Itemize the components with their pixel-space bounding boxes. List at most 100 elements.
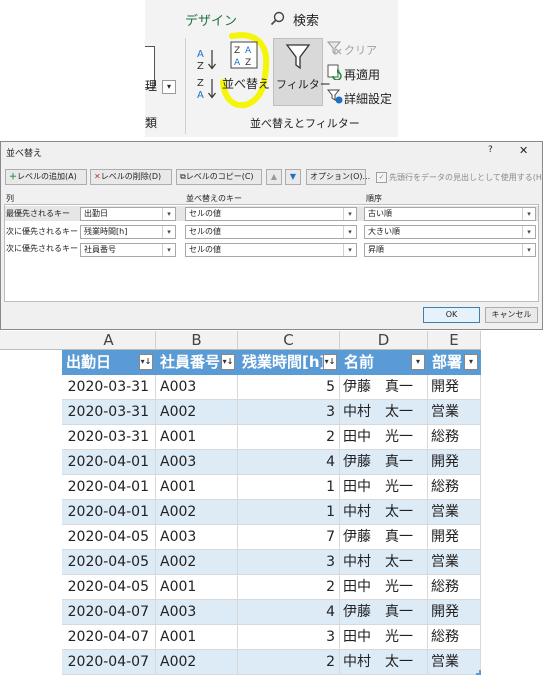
cell-employee-id[interactable]: A001 bbox=[156, 625, 238, 650]
cell-name[interactable]: 田中 光一 bbox=[340, 625, 428, 650]
cell-employee-id[interactable]: A003 bbox=[156, 375, 238, 400]
cell-department[interactable]: 営業 bbox=[428, 500, 481, 525]
copy-level-button[interactable]: ⧉レベルのコピー(C) bbox=[176, 169, 262, 185]
column-header-e[interactable]: E bbox=[428, 331, 481, 350]
reapply-button[interactable]: 再適用 bbox=[344, 66, 380, 83]
cell-name[interactable]: 伊藤 真一 bbox=[340, 375, 428, 400]
column-header-d[interactable]: D bbox=[340, 331, 428, 350]
cell-department[interactable]: 開発 bbox=[428, 525, 481, 550]
move-down-button[interactable]: ▼ bbox=[285, 169, 301, 185]
cell-date[interactable]: 2020-04-07 bbox=[62, 625, 156, 650]
help-button[interactable]: ? bbox=[488, 145, 493, 155]
cell-date[interactable]: 2020-03-31 bbox=[62, 425, 156, 450]
column-header-c[interactable]: C bbox=[238, 331, 340, 350]
column-select[interactable]: 出勤日 ▾ bbox=[80, 207, 176, 221]
order-select[interactable]: 古い順 ▾ bbox=[364, 207, 536, 221]
cancel-button[interactable]: キャンセル bbox=[485, 307, 538, 323]
cell-employee-id[interactable]: A001 bbox=[156, 475, 238, 500]
cell-overtime[interactable]: 4 bbox=[238, 450, 340, 475]
cell-employee-id[interactable]: A003 bbox=[156, 525, 238, 550]
cell-employee-id[interactable]: A002 bbox=[156, 500, 238, 525]
order-select[interactable]: 昇順 ▾ bbox=[364, 243, 536, 257]
cell-date[interactable]: 2020-04-01 bbox=[62, 475, 156, 500]
cell-overtime[interactable]: 3 bbox=[238, 625, 340, 650]
cell-name[interactable]: 伊藤 真一 bbox=[340, 600, 428, 625]
sort-filter-button-icon[interactable]: ▾↓ bbox=[323, 354, 337, 370]
cell-department[interactable]: 開発 bbox=[428, 375, 481, 400]
cell-date[interactable]: 2020-04-01 bbox=[62, 500, 156, 525]
sort-key-select[interactable]: セルの値 ▾ bbox=[185, 243, 357, 257]
cell-name[interactable]: 田中 光一 bbox=[340, 475, 428, 500]
search-box[interactable]: 検索 bbox=[293, 10, 319, 29]
cell-name[interactable]: 中村 太一 bbox=[340, 650, 428, 675]
cell-date[interactable]: 2020-04-07 bbox=[62, 650, 156, 675]
table-resize-handle-icon[interactable] bbox=[476, 670, 481, 675]
cell-department[interactable]: 開発 bbox=[428, 450, 481, 475]
column-header-a[interactable]: A bbox=[62, 331, 156, 350]
cell-overtime[interactable]: 3 bbox=[238, 400, 340, 425]
cell-overtime[interactable]: 2 bbox=[238, 650, 340, 675]
sort-ascending-button[interactable]: AZ bbox=[196, 46, 218, 72]
cell-overtime[interactable]: 7 bbox=[238, 525, 340, 550]
advanced-filter-button[interactable]: 詳細設定 bbox=[344, 90, 392, 107]
sort-key-select[interactable]: セルの値 ▾ bbox=[185, 225, 357, 239]
sort-key-select[interactable]: セルの値 ▾ bbox=[185, 207, 357, 221]
cell-employee-id[interactable]: A002 bbox=[156, 650, 238, 675]
cell-department[interactable]: 総務 bbox=[428, 425, 481, 450]
cell-department[interactable]: 総務 bbox=[428, 475, 481, 500]
sort-button[interactable]: ZAAZ 並べ替え bbox=[222, 38, 270, 94]
cell-employee-id[interactable]: A002 bbox=[156, 400, 238, 425]
cell-date[interactable]: 2020-04-05 bbox=[62, 575, 156, 600]
cell-employee-id[interactable]: A003 bbox=[156, 600, 238, 625]
clear-filter-button[interactable]: クリア bbox=[344, 42, 377, 58]
column-header-b[interactable]: B bbox=[156, 331, 238, 350]
cell-date[interactable]: 2020-04-01 bbox=[62, 450, 156, 475]
cell-department[interactable]: 営業 bbox=[428, 650, 481, 675]
sort-filter-button-icon[interactable]: ▾↓ bbox=[221, 354, 235, 370]
cell-overtime[interactable]: 1 bbox=[238, 500, 340, 525]
options-button[interactable]: オプション(O)... bbox=[306, 169, 370, 185]
cell-overtime[interactable]: 1 bbox=[238, 475, 340, 500]
sort-descending-button[interactable]: ZA bbox=[196, 75, 218, 101]
cell-department[interactable]: 営業 bbox=[428, 550, 481, 575]
cell-overtime[interactable]: 4 bbox=[238, 600, 340, 625]
cell-employee-id[interactable]: A001 bbox=[156, 575, 238, 600]
sort-filter-button-icon[interactable]: ▾↓ bbox=[139, 354, 153, 370]
cell-date[interactable]: 2020-04-05 bbox=[62, 550, 156, 575]
header-checkbox[interactable]: ✓ bbox=[376, 172, 387, 183]
cell-name[interactable]: 伊藤 真一 bbox=[340, 525, 428, 550]
order-select[interactable]: 大きい順 ▾ bbox=[364, 225, 536, 239]
cell-name[interactable]: 中村 太一 bbox=[340, 550, 428, 575]
cell-name[interactable]: 中村 太一 bbox=[340, 400, 428, 425]
cell-overtime[interactable]: 5 bbox=[238, 375, 340, 400]
cell-overtime[interactable]: 3 bbox=[238, 550, 340, 575]
ok-button[interactable]: OK bbox=[423, 307, 480, 323]
cell-department[interactable]: 営業 bbox=[428, 400, 481, 425]
partial-dropdown[interactable]: ▾ bbox=[162, 80, 176, 94]
cell-date[interactable]: 2020-03-31 bbox=[62, 375, 156, 400]
cell-name[interactable]: 田中 光一 bbox=[340, 425, 428, 450]
cell-employee-id[interactable]: A001 bbox=[156, 425, 238, 450]
cell-department[interactable]: 総務 bbox=[428, 625, 481, 650]
cell-employee-id[interactable]: A003 bbox=[156, 450, 238, 475]
cell-name[interactable]: 田中 光一 bbox=[340, 575, 428, 600]
cell-date[interactable]: 2020-03-31 bbox=[62, 400, 156, 425]
add-level-button[interactable]: ＋レベルの追加(A) bbox=[5, 169, 87, 185]
column-select[interactable]: 残業時間[h] ▾ bbox=[80, 225, 176, 239]
cell-department[interactable]: 開発 bbox=[428, 600, 481, 625]
filter-dropdown-icon[interactable]: ▾ bbox=[464, 354, 478, 370]
cell-overtime[interactable]: 2 bbox=[238, 425, 340, 450]
tab-design[interactable]: デザイン bbox=[185, 10, 237, 29]
cell-date[interactable]: 2020-04-05 bbox=[62, 525, 156, 550]
cell-department[interactable]: 総務 bbox=[428, 575, 481, 600]
delete-level-button[interactable]: ✕レベルの削除(D) bbox=[90, 169, 172, 185]
cell-name[interactable]: 伊藤 真一 bbox=[340, 450, 428, 475]
close-icon[interactable]: ✕ bbox=[519, 144, 528, 157]
filter-button[interactable]: フィルター bbox=[273, 38, 331, 106]
filter-dropdown-icon[interactable]: ▾ bbox=[411, 354, 425, 370]
cell-date[interactable]: 2020-04-07 bbox=[62, 600, 156, 625]
cell-employee-id[interactable]: A002 bbox=[156, 550, 238, 575]
move-up-button[interactable]: ▲ bbox=[266, 169, 282, 185]
cell-name[interactable]: 中村 太一 bbox=[340, 500, 428, 525]
column-select[interactable]: 社員番号 ▾ bbox=[80, 243, 176, 257]
